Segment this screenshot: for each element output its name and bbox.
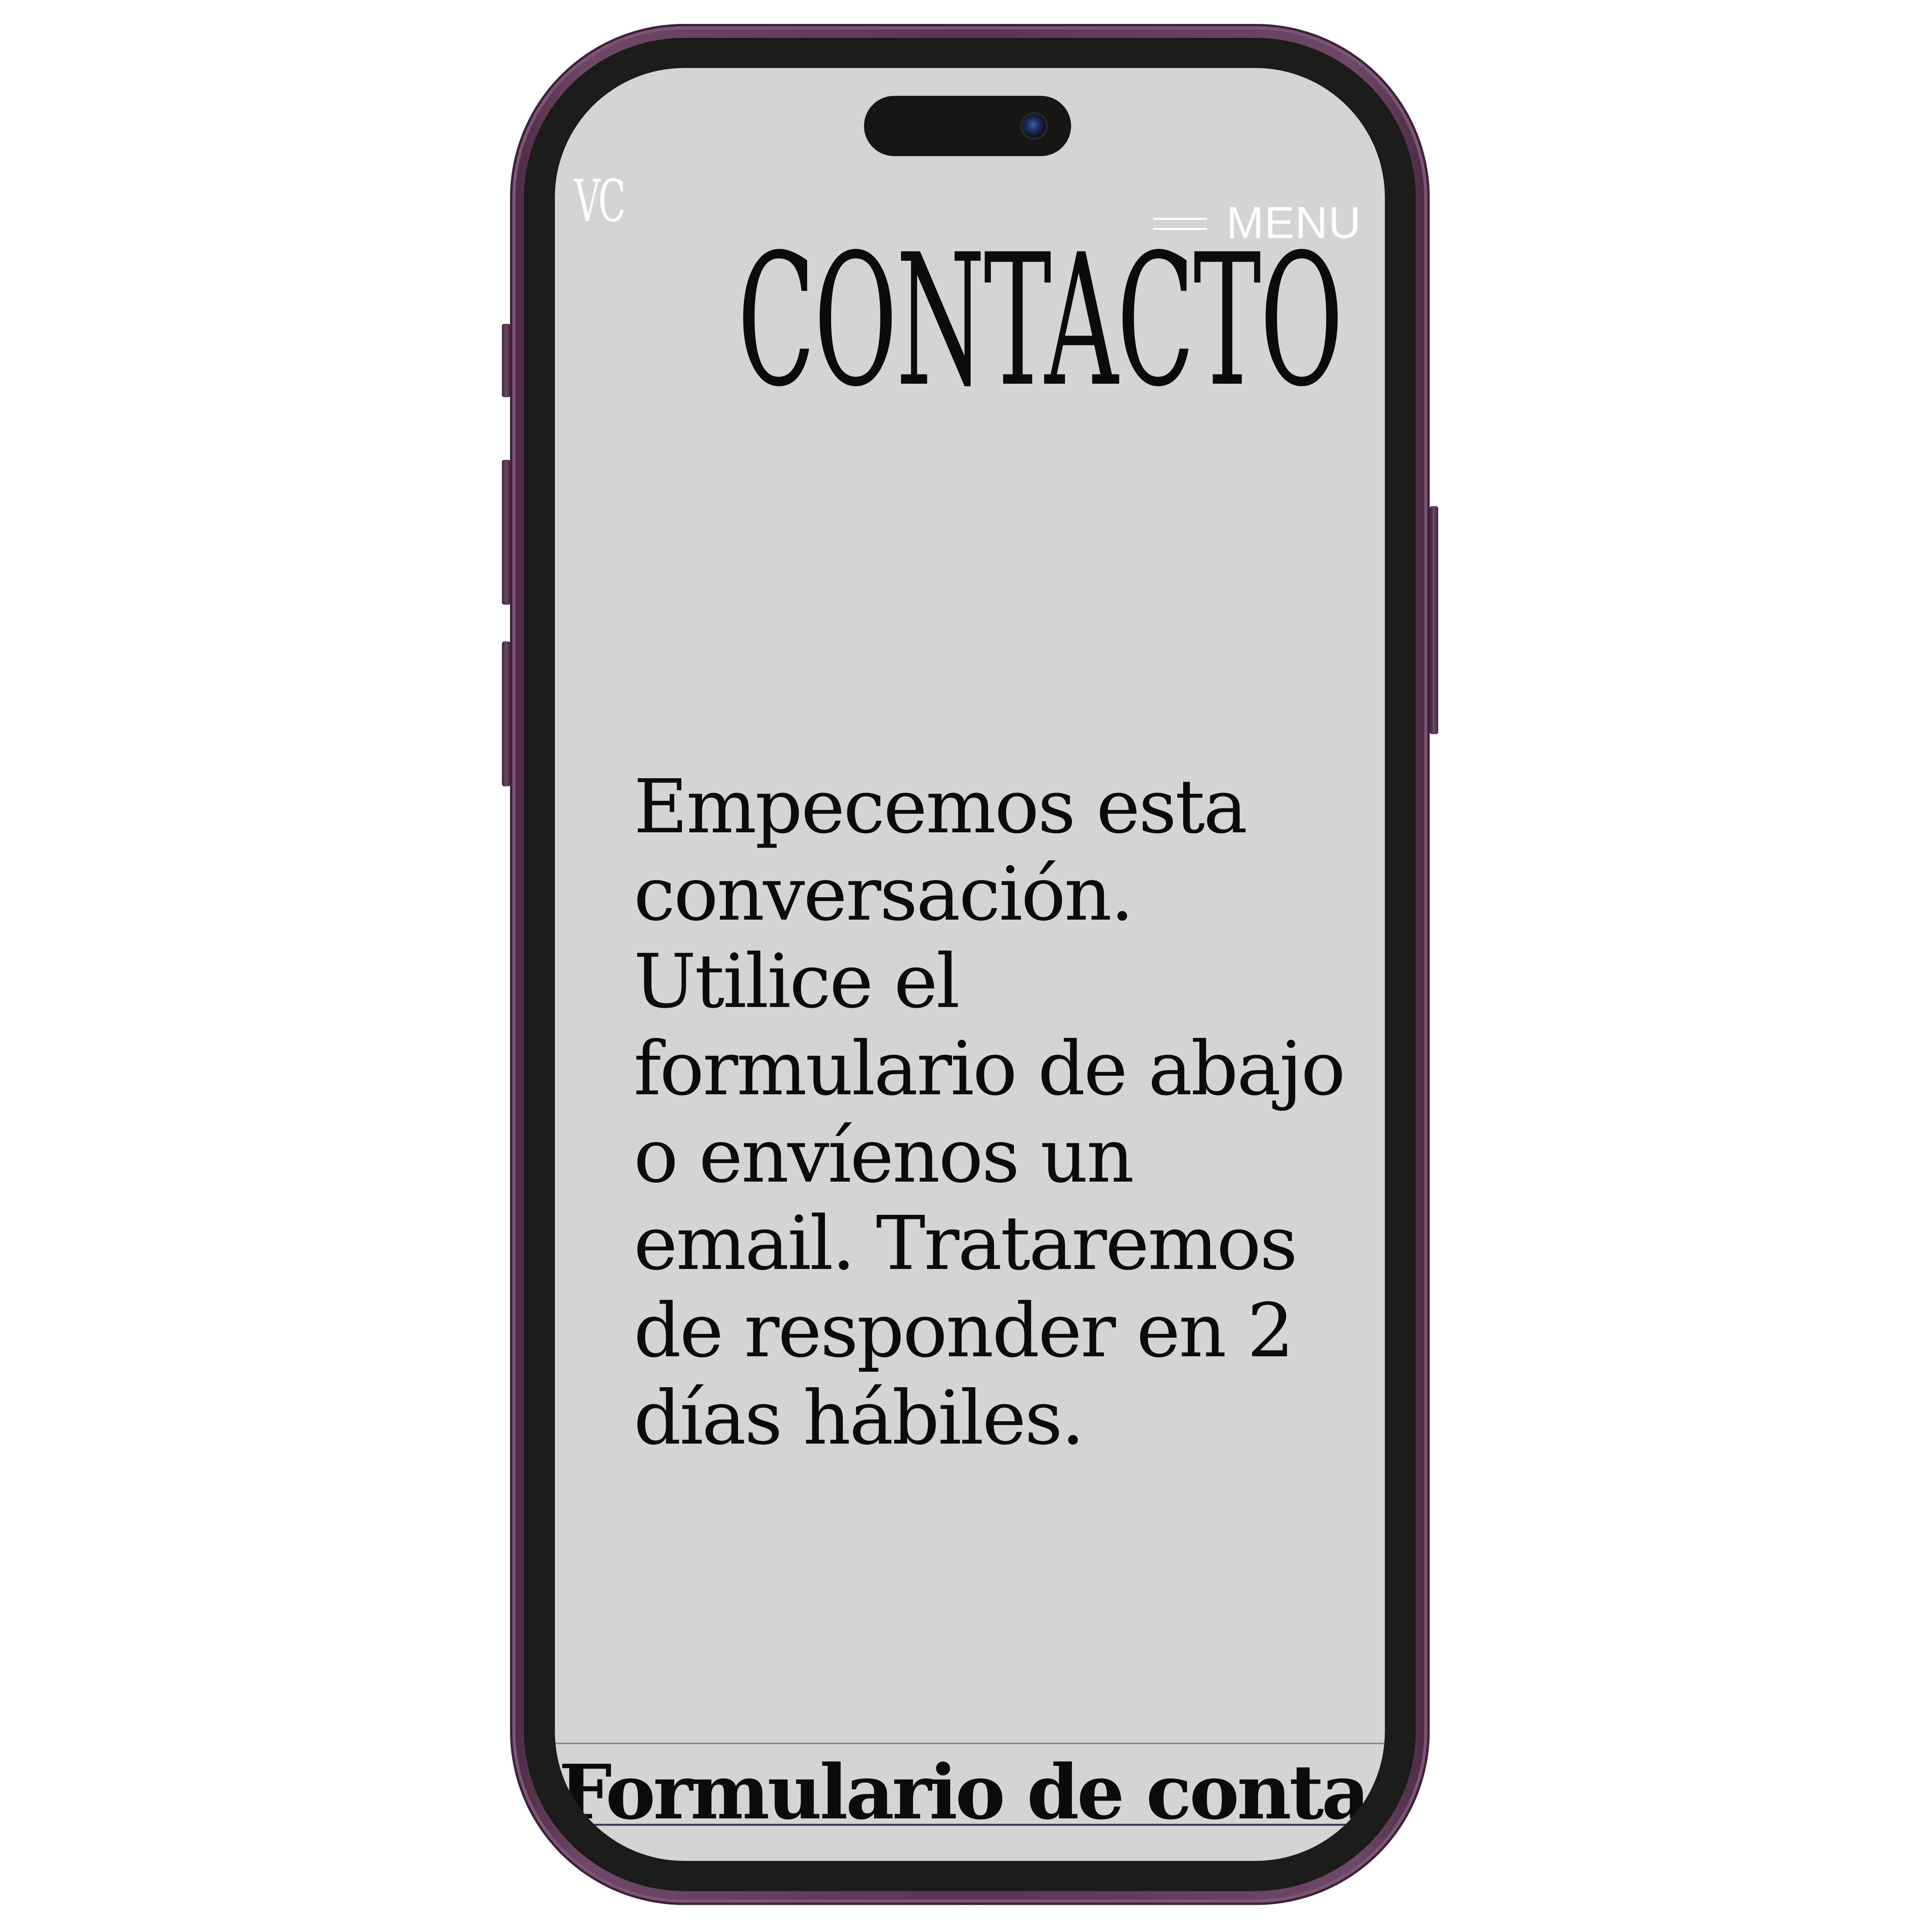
page-title: CONTACTO bbox=[737, 215, 1344, 427]
phone-screen: VC MENU CONTACTO Empecemos esta conversa… bbox=[555, 68, 1385, 1861]
dynamic-island bbox=[864, 96, 1071, 156]
action-button bbox=[502, 324, 510, 397]
power-button bbox=[1430, 506, 1438, 734]
section-divider bbox=[555, 1743, 1385, 1744]
volume-down-button bbox=[502, 641, 510, 786]
site-logo[interactable]: VC bbox=[574, 172, 626, 230]
contact-form-link[interactable]: Formulario de contacto bbox=[559, 1750, 1385, 1835]
volume-up-button bbox=[502, 460, 510, 605]
stage: VC MENU CONTACTO Empecemos esta conversa… bbox=[0, 0, 1932, 1932]
front-camera-icon bbox=[1022, 114, 1046, 138]
intro-text: Empecemos esta conversación. Utilice el … bbox=[634, 764, 1345, 1461]
